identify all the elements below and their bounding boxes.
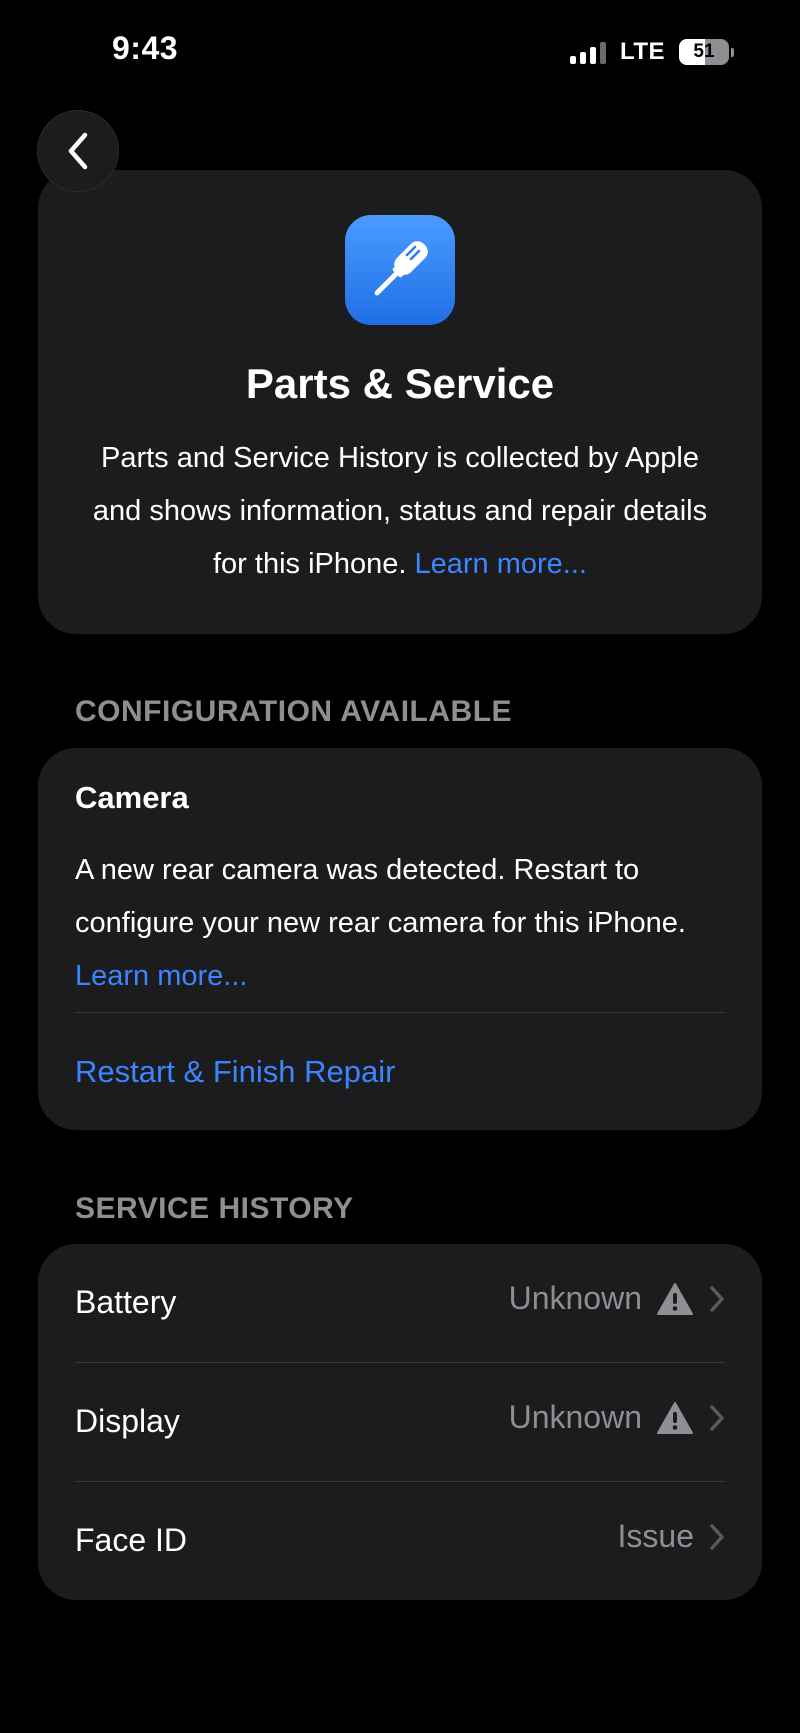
service-row-status: Unknown <box>509 1399 726 1436</box>
service-row-label: Face ID <box>75 1522 188 1558</box>
service-row-value: Issue <box>617 1518 694 1554</box>
status-indicators: LTE 51 <box>569 38 734 66</box>
configuration-title: Camera <box>75 780 189 815</box>
service-row-value: Unknown <box>508 1280 642 1316</box>
chevron-right-icon <box>710 1523 724 1550</box>
parts-service-intro-card: Parts & Service Parts and Service Histor… <box>38 170 762 634</box>
battery-body: 51 <box>679 39 729 65</box>
restart-finish-repair-button[interactable]: Restart & Finish Repair <box>75 1054 395 1090</box>
configuration-learn-more-link[interactable]: Learn more... <box>75 960 247 992</box>
configuration-section-header: CONFIGURATION AVAILABLE <box>75 695 513 728</box>
configuration-description-text: A new rear camera was detected. Restart … <box>75 854 686 939</box>
service-row-status: Issue <box>618 1518 726 1555</box>
divider <box>75 1012 725 1013</box>
parts-service-app-icon <box>345 215 455 325</box>
battery-icon: 51 <box>679 39 734 65</box>
service-row-display[interactable]: Display Unknown <box>38 1363 762 1481</box>
service-row-label: Battery <box>75 1284 177 1320</box>
service-row-battery[interactable]: Battery Unknown <box>38 1244 762 1362</box>
intro-learn-more-link[interactable]: Learn more... <box>415 548 587 580</box>
warning-triangle-icon <box>657 1401 693 1434</box>
configuration-card: Camera A new rear camera was detected. R… <box>38 748 762 1130</box>
service-history-section-header: SERVICE HISTORY <box>75 1192 354 1225</box>
chevron-left-icon <box>68 132 88 170</box>
battery-level: 51 <box>693 41 715 62</box>
service-row-status: Unknown <box>509 1280 726 1317</box>
status-bar: 9:43 LTE 51 <box>0 0 800 100</box>
page-title: Parts & Service <box>245 360 555 407</box>
back-button[interactable] <box>37 110 119 192</box>
service-row-value: Unknown <box>508 1399 642 1435</box>
warning-triangle-icon <box>657 1282 693 1315</box>
service-row-face-id[interactable]: Face ID Issue <box>38 1482 762 1600</box>
intro-description: Parts and Service History is collected b… <box>78 432 722 591</box>
screwdriver-icon <box>374 241 428 296</box>
cellular-signal-icon <box>569 40 606 64</box>
chevron-right-icon <box>710 1285 724 1312</box>
service-row-label: Display <box>75 1403 180 1439</box>
service-history-card: Battery Unknown Display Unknown Face ID … <box>38 1244 762 1600</box>
battery-tip <box>731 47 734 57</box>
network-type: LTE <box>619 38 665 65</box>
status-time: 9:43 <box>112 30 179 66</box>
chevron-right-icon <box>710 1404 724 1431</box>
intro-description-text: Parts and Service History is collected b… <box>92 442 708 580</box>
configuration-description: A new rear camera was detected. Restart … <box>75 844 732 1003</box>
